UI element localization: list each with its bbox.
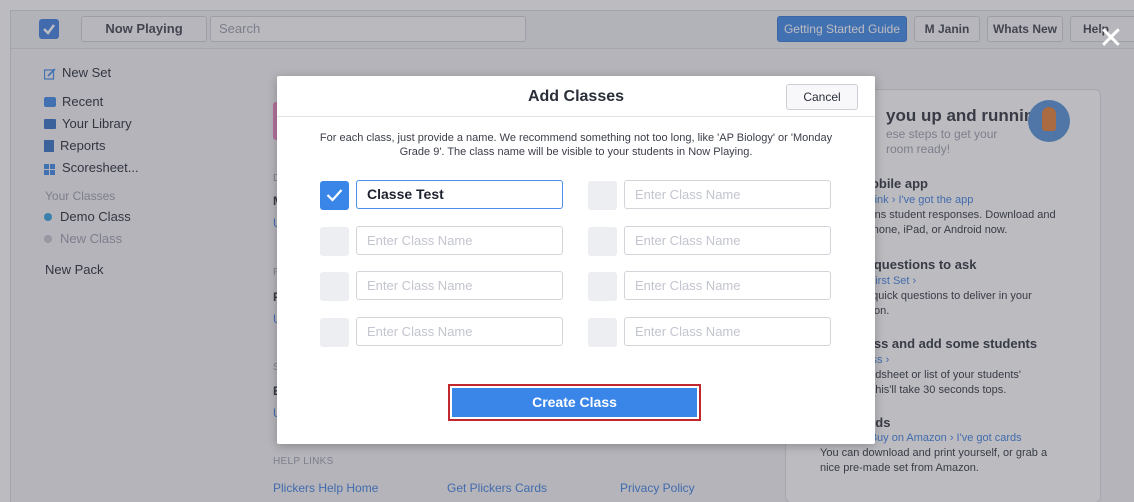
cancel-button[interactable]: Cancel bbox=[786, 84, 858, 110]
class-checkbox[interactable] bbox=[320, 272, 349, 301]
create-class-highlight: Create Class bbox=[448, 384, 701, 421]
class-name-input[interactable]: Enter Class Name bbox=[356, 271, 563, 300]
class-checkbox[interactable] bbox=[588, 181, 617, 210]
class-name-input[interactable]: Enter Class Name bbox=[624, 180, 831, 209]
class-checkbox[interactable] bbox=[320, 227, 349, 256]
modal-header: Add Classes Cancel bbox=[277, 76, 875, 117]
class-name-input[interactable]: Enter Class Name bbox=[624, 317, 831, 346]
class-checkbox[interactable] bbox=[588, 318, 617, 347]
modal-description: For each class, just provide a name. We … bbox=[319, 132, 833, 158]
class-name-input[interactable]: Classe Test bbox=[356, 180, 563, 209]
class-name-input[interactable]: Enter Class Name bbox=[356, 317, 563, 346]
class-checkbox[interactable] bbox=[588, 272, 617, 301]
class-name-input[interactable]: Enter Class Name bbox=[356, 226, 563, 255]
close-icon[interactable]: ✕ bbox=[1098, 24, 1124, 54]
class-checkbox[interactable] bbox=[320, 181, 349, 210]
class-name-input[interactable]: Enter Class Name bbox=[624, 226, 831, 255]
class-checkbox[interactable] bbox=[588, 227, 617, 256]
class-checkbox[interactable] bbox=[320, 318, 349, 347]
class-name-input[interactable]: Enter Class Name bbox=[624, 271, 831, 300]
checkmark-icon bbox=[326, 189, 343, 202]
add-classes-modal: Add Classes Cancel For each class, just … bbox=[277, 76, 875, 444]
create-class-button[interactable]: Create Class bbox=[452, 388, 697, 417]
